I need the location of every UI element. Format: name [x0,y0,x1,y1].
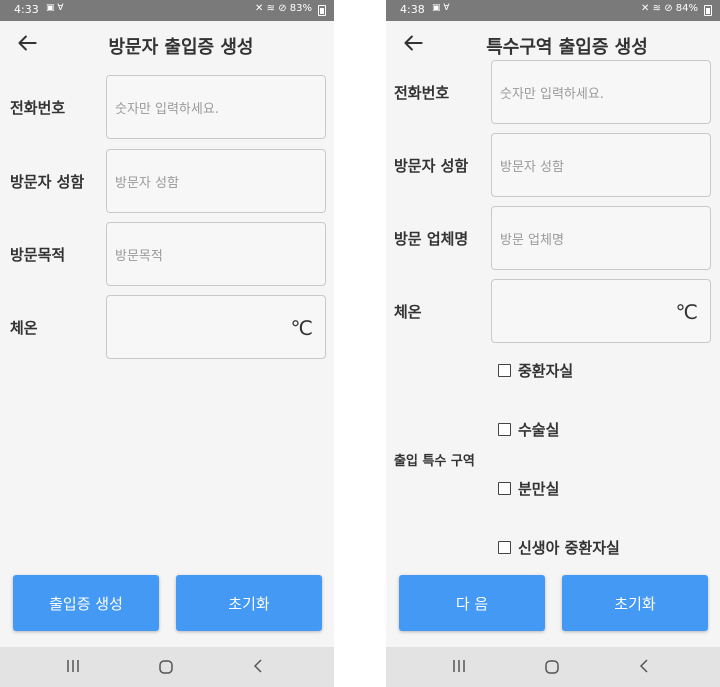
area-checkbox-nicu[interactable]: 신생아 중환자실 [498,537,620,558]
status-time: 4:33 [14,3,39,16]
area-checkbox-operating-room[interactable]: 수술실 [498,419,559,440]
home-icon[interactable] [544,659,560,675]
celsius-unit: ℃ [675,300,698,324]
home-icon[interactable] [158,659,174,675]
system-nav-bar [0,647,334,687]
phone-number-label: 전화번호 [10,99,66,117]
company-name-label: 방문 업체명 [394,230,469,248]
phone-number-input[interactable]: 숫자만 입력하세요. [491,60,711,124]
battery-percent: 83% [289,3,312,14]
mute-icon: ✕ [641,3,650,14]
recents-icon[interactable] [452,659,466,673]
celsius-unit: ℃ [290,316,313,340]
recents-icon[interactable] [66,659,80,673]
checkbox-icon[interactable] [498,423,511,436]
page-title: 특수구역 출입증 생성 [486,37,648,58]
temperature-input[interactable]: ℃ [491,279,711,343]
app-bar: 방문자 출입증 생성 [0,21,334,69]
special-area-label: 출입 특수 구역 [394,454,475,469]
visit-purpose-label: 방문목적 [10,246,66,264]
nav-back-icon[interactable] [252,659,264,673]
checkbox-icon[interactable] [498,482,511,495]
dnd-icon: ⊘ [664,3,673,14]
area-label: 신생아 중환자실 [518,539,620,557]
page-title: 방문자 출입증 생성 [108,37,254,58]
phone-screen-visitor-pass: 4:33 ▣ Ɐ ✕ ≋ ⊘ 83% 방문자 출입증 생성 전화번호 숫자만 입… [0,0,334,687]
area-checkbox-icu[interactable]: 중환자실 [498,360,573,381]
battery-percent: 84% [675,3,698,14]
status-right: ✕ ≋ ⊘ 84% [641,3,698,14]
area-label: 수술실 [518,421,560,439]
status-right: ✕ ≋ ⊘ 83% [255,3,312,14]
visit-purpose-input[interactable]: 방문목적 [106,222,326,286]
temperature-label: 체온 [394,303,422,321]
notification-icons: ▣ Ɐ [432,3,450,13]
notification-icons: ▣ Ɐ [46,3,64,13]
system-nav-bar [386,647,720,687]
reset-button[interactable]: 초기화 [176,575,322,631]
checkbox-icon[interactable] [498,541,511,554]
battery-icon [704,5,712,16]
phone-number-label: 전화번호 [394,84,450,102]
status-bar: 4:38 ▣ Ɐ ✕ ≋ ⊘ 84% [386,0,720,21]
status-time: 4:38 [400,3,425,16]
visitor-name-input[interactable]: 방문자 성함 [491,133,711,197]
area-label: 분만실 [518,480,560,498]
mute-icon: ✕ [255,3,264,14]
nav-back-icon[interactable] [638,659,650,673]
temperature-label: 체온 [10,319,38,337]
company-name-input[interactable]: 방문 업체명 [491,206,711,270]
checkbox-icon[interactable] [498,364,511,377]
visitor-name-label: 방문자 성함 [394,157,469,175]
phone-number-input[interactable]: 숫자만 입력하세요. [106,75,326,139]
area-label: 중환자실 [518,362,574,380]
temperature-input[interactable]: ℃ [106,295,326,359]
phone-screen-special-area-pass: 4:38 ▣ Ɐ ✕ ≋ ⊘ 84% 특수구역 출입증 생성 전화번호 숫자만 … [386,0,720,687]
wifi-icon: ≋ [266,3,275,14]
visitor-name-input[interactable]: 방문자 성함 [106,149,326,213]
area-checkbox-delivery-room[interactable]: 분만실 [498,478,559,499]
reset-button[interactable]: 초기화 [562,575,708,631]
next-button[interactable]: 다 음 [399,575,545,631]
status-bar: 4:33 ▣ Ɐ ✕ ≋ ⊘ 83% [0,0,334,21]
create-pass-button[interactable]: 출입증 생성 [13,575,159,631]
wifi-icon: ≋ [652,3,661,14]
visitor-name-label: 방문자 성함 [10,173,85,191]
dnd-icon: ⊘ [278,3,287,14]
battery-icon [318,5,326,16]
